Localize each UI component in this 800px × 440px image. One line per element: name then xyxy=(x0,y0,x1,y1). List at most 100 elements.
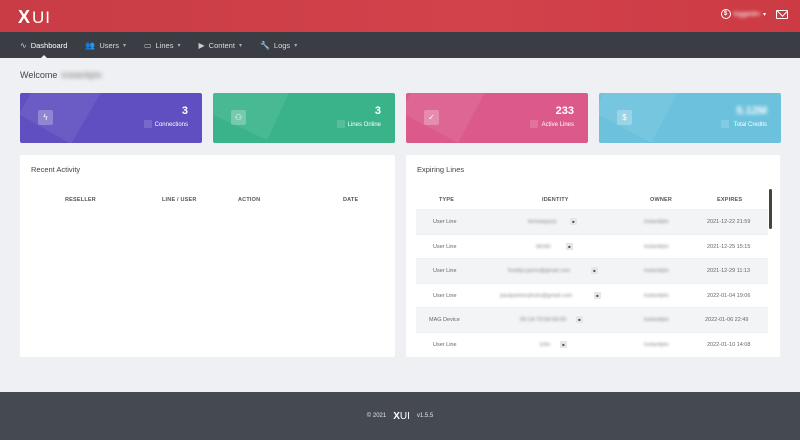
cell-type: User Line xyxy=(433,219,457,225)
nav-users-label: Users xyxy=(99,40,119,50)
copy-icon[interactable]: ■ xyxy=(576,316,583,323)
app-logo[interactable]: XUI xyxy=(18,7,51,28)
user-menu[interactable]: $ loggedin ▾ xyxy=(720,9,766,19)
nav-lines-label: Lines xyxy=(155,40,174,50)
table-row[interactable]: User Line dimitri ■ instantiptv 2021-12-… xyxy=(416,233,768,259)
cell-expires: 2022-01-10 14:08 xyxy=(707,341,751,348)
column-header-type[interactable]: TYPE xyxy=(439,197,454,203)
card-decoration xyxy=(20,93,101,143)
stat-card-lines-online[interactable]: ⚇ 3 Lines Online xyxy=(213,93,395,143)
stat-label: Connections xyxy=(154,122,188,128)
wrench-icon: 🔧 xyxy=(259,40,270,50)
scrollbar[interactable] xyxy=(769,189,772,229)
nav-users[interactable]: 👥 Users ▾ xyxy=(85,32,126,58)
stat-label: Active Lines xyxy=(541,122,574,128)
stat-label: Lines Online xyxy=(347,122,381,128)
chevron-down-icon: ▾ xyxy=(762,11,766,18)
chevron-down-icon: ▾ xyxy=(294,42,298,49)
cell-owner: instantiptv xyxy=(644,268,669,274)
nav-dashboard[interactable]: ∿ Dashboard xyxy=(20,32,67,59)
footer-logo: XUI xyxy=(393,411,410,422)
copy-icon[interactable]: ■ xyxy=(560,340,567,348)
card-label-box xyxy=(144,120,152,128)
panel-title: Expiring Lines xyxy=(417,165,465,174)
column-header-identity[interactable]: IDENTITY xyxy=(542,197,569,203)
version-text: v1.5.5 xyxy=(416,413,434,419)
stat-value: 3 xyxy=(181,105,188,117)
column-header-reseller[interactable]: RESELLER xyxy=(65,197,96,203)
main-nav: ∿ Dashboard 👥 Users ▾ ▭ Lines ▾ ▶ Conten… xyxy=(0,32,800,59)
cell-type: User Line xyxy=(433,243,457,250)
stat-value: 3 xyxy=(374,105,381,117)
column-header-expires[interactable]: EXPIRES xyxy=(717,197,742,203)
panel-title: Recent Activity xyxy=(31,165,81,174)
cell-owner: instantiptv xyxy=(644,317,669,323)
cell-expires: 2022-01-04 19:06 xyxy=(707,292,751,299)
expiring-lines-table: User Line kirmaaypzq ■ instantiptv 2021-… xyxy=(416,209,768,356)
cell-identity: k3m xyxy=(540,341,551,348)
top-header: XUI $ loggedin ▾ xyxy=(0,0,800,32)
card-decoration xyxy=(406,93,487,143)
copy-icon[interactable]: ■ xyxy=(570,218,577,225)
column-header-action[interactable]: ACTION xyxy=(238,197,260,203)
card-label-box xyxy=(721,120,729,128)
play-icon: ▶ xyxy=(198,40,205,50)
cell-type: User Line xyxy=(433,268,457,274)
copy-icon[interactable]: ■ xyxy=(594,291,601,299)
footer-logo-ui: UI xyxy=(399,410,410,422)
cell-expires: 2022-01-06 22:49 xyxy=(705,317,749,323)
welcome-user-name: instantiptv xyxy=(61,70,102,80)
card-label-box xyxy=(337,120,345,128)
column-header-date[interactable]: DATE xyxy=(343,197,358,203)
copy-icon[interactable]: ■ xyxy=(591,267,598,274)
mail-icon[interactable] xyxy=(776,9,788,19)
cell-owner: instantiptv xyxy=(644,243,669,250)
cell-type: User Line xyxy=(433,341,457,348)
cell-expires: 2021-12-25 15:15 xyxy=(707,243,751,250)
users-icon: ⚇ xyxy=(231,110,246,125)
bolt-icon: ϟ xyxy=(38,110,53,125)
column-header-line-user[interactable]: LINE / USER xyxy=(162,197,197,203)
cell-expires: 2021-12-29 11:13 xyxy=(707,268,751,274)
chevron-down-icon: ▾ xyxy=(122,42,126,49)
cell-owner: instantiptv xyxy=(644,219,669,225)
table-row[interactable]: MAG Device 00:1A:79:5A:58:0D ■ instantip… xyxy=(416,307,768,332)
nav-content-label: Content xyxy=(208,40,235,50)
table-row[interactable]: User Line k3m ■ instantiptv 2022-01-10 1… xyxy=(416,331,768,357)
table-row[interactable]: User Line freddycypres@gmail.com ■ insta… xyxy=(416,258,768,283)
stat-card-active-lines[interactable]: ✓ 233 Active Lines xyxy=(406,93,588,143)
cell-expires: 2021-12-22 21:59 xyxy=(707,219,751,225)
recent-activity-panel: Recent Activity RESELLER LINE / USER ACT… xyxy=(20,155,395,357)
table-row[interactable]: User Line kirmaaypzq ■ instantiptv 2021-… xyxy=(416,209,768,234)
cell-owner: instantiptv xyxy=(644,292,669,299)
cell-identity: 00:1A:79:5A:58:0D xyxy=(520,317,567,323)
column-header-owner[interactable]: OWNER xyxy=(650,197,672,203)
monitor-icon: ▭ xyxy=(143,40,152,50)
stat-card-connections[interactable]: ϟ 3 Connections xyxy=(20,93,202,143)
cell-identity: paulpartnerphoto@gmail.com xyxy=(500,292,573,299)
card-decoration xyxy=(599,93,680,143)
copyright-text: © 2021 xyxy=(366,413,387,419)
stat-card-total-credits[interactable]: $ 5.12M Total Credits xyxy=(599,93,781,143)
table-row[interactable]: User Line paulpartnerphoto@gmail.com ■ i… xyxy=(416,282,768,308)
nav-logs[interactable]: 🔧 Logs ▾ xyxy=(260,32,297,58)
stat-value: 233 xyxy=(555,105,574,117)
card-decoration xyxy=(213,93,293,140)
nav-logs-label: Logs xyxy=(273,40,291,50)
logo-x: X xyxy=(18,7,32,27)
users-icon: 👥 xyxy=(85,40,96,50)
cell-owner: instantiptv xyxy=(644,341,669,348)
user-name: loggedin xyxy=(733,10,760,18)
nav-lines[interactable]: ▭ Lines ▾ xyxy=(144,32,181,58)
nav-content[interactable]: ▶ Content ▾ xyxy=(199,32,242,58)
chevron-down-icon: ▾ xyxy=(238,42,242,49)
coin-icon: $ xyxy=(720,9,731,19)
chevron-down-icon: ▾ xyxy=(177,42,181,49)
dollar-icon: $ xyxy=(617,110,632,125)
cell-identity: kirmaaypzq xyxy=(528,219,557,225)
check-circle-icon: ✓ xyxy=(424,110,439,125)
stat-label: Total Credits xyxy=(733,122,767,128)
welcome-label: Welcome xyxy=(20,70,58,80)
copy-icon[interactable]: ■ xyxy=(566,242,573,250)
cell-type: MAG Device xyxy=(429,317,460,323)
